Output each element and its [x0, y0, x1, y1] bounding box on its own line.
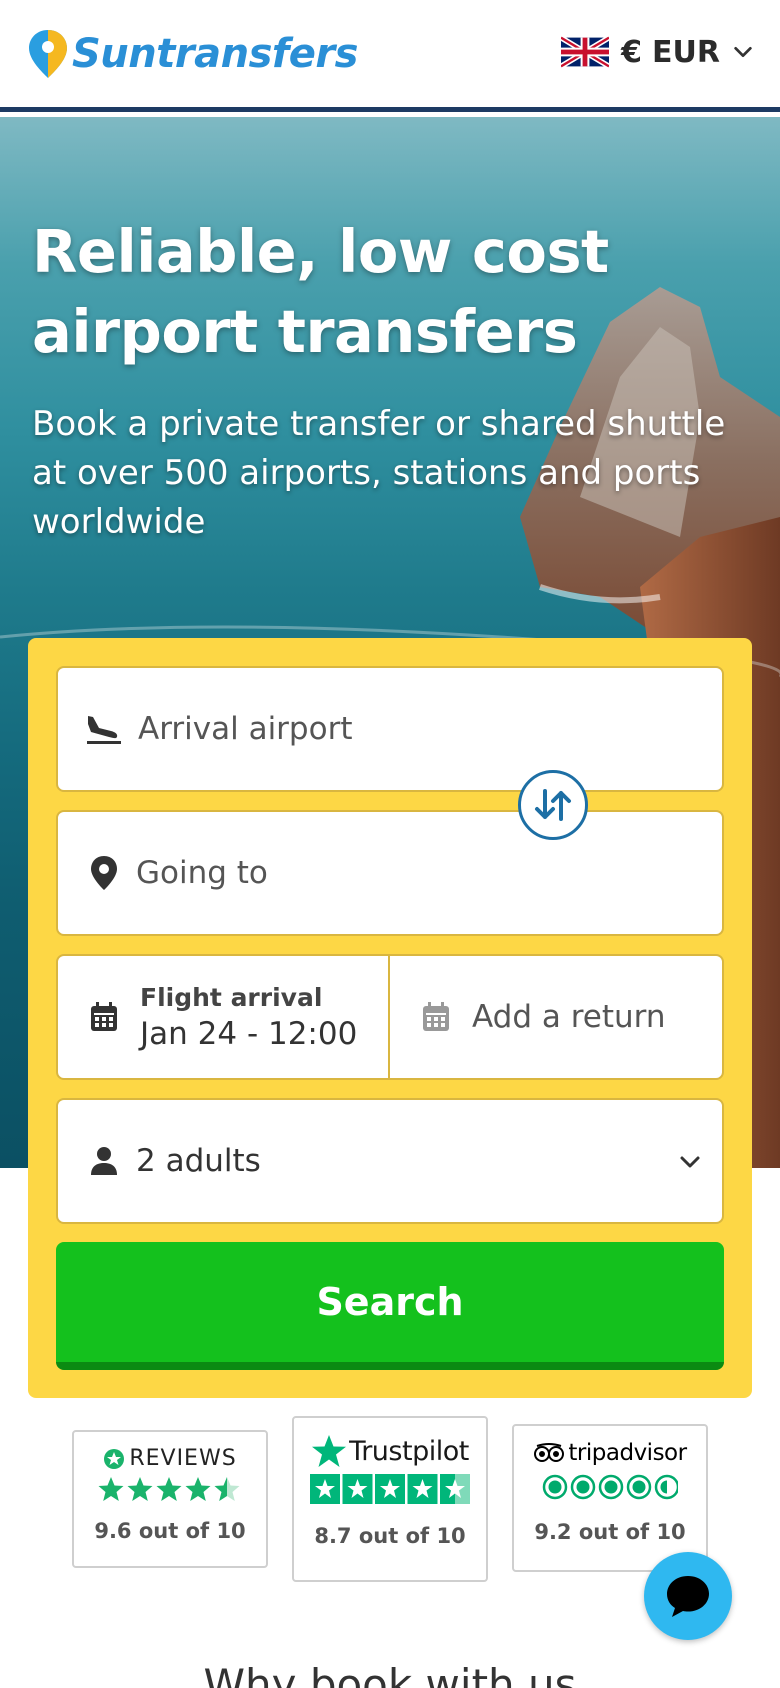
search-button[interactable]: Search	[56, 1242, 724, 1370]
rating-bubbles	[542, 1474, 678, 1500]
trustpilot-badge[interactable]: Trustpilot 8.7 out of 10	[292, 1416, 488, 1582]
trustpilot-score: 8.7 out of 10	[314, 1524, 466, 1548]
going-to-field[interactable]: Going to	[56, 810, 724, 936]
site-header: Suntransfers € EUR	[0, 0, 780, 112]
trustpilot-brand: Trustpilot	[349, 1435, 469, 1467]
chat-button[interactable]	[644, 1552, 732, 1640]
hero-subtitle: Book a private transfer or shared shuttl…	[32, 404, 726, 542]
rating-stars	[98, 1477, 240, 1501]
chevron-down-icon	[680, 1156, 700, 1168]
passengers-select[interactable]: 2 adults	[56, 1098, 724, 1224]
chevron-down-icon	[734, 46, 752, 58]
currency-symbol: €	[621, 34, 643, 70]
reviews-score: 9.6 out of 10	[94, 1519, 246, 1543]
flight-arrival-date-field[interactable]: Flight arrival Jan 24 - 12:00	[56, 954, 390, 1080]
flight-arrival-value: Jan 24 - 12:00	[140, 1015, 358, 1052]
logo[interactable]: Suntransfers	[26, 28, 358, 80]
reviews-star-icon	[104, 1448, 125, 1469]
map-pin-icon	[84, 853, 124, 893]
currency-code: EUR	[652, 34, 720, 70]
why-book-heading: Why book with us	[203, 1660, 577, 1688]
plane-landing-icon	[84, 709, 124, 749]
add-return-field[interactable]: Add a return	[388, 954, 724, 1080]
currency-selector[interactable]: € EUR	[561, 34, 754, 70]
swap-arrows-icon	[535, 789, 571, 821]
passengers-value: 2 adults	[136, 1143, 261, 1179]
uk-flag-icon	[561, 35, 610, 69]
tripadvisor-score: 9.2 out of 10	[534, 1520, 686, 1544]
reviews-brand: REVIEWS	[129, 1446, 237, 1471]
rating-stars	[310, 1474, 470, 1504]
hero-title: Reliable, low cost airport transfers	[32, 217, 609, 366]
logo-text: Suntransfers	[72, 31, 358, 77]
arrival-airport-field[interactable]: Arrival airport	[56, 666, 724, 792]
add-return-label: Add a return	[472, 999, 666, 1035]
arrival-airport-placeholder: Arrival airport	[138, 711, 353, 747]
chat-bubble-icon	[667, 1576, 709, 1617]
booking-form: Arrival airport Going to Flight arrival …	[28, 638, 752, 1398]
reviews-io-badge[interactable]: REVIEWS 9.6 out of 10	[72, 1430, 268, 1568]
location-pin-logo-icon	[29, 30, 67, 78]
person-icon	[84, 1141, 124, 1181]
going-to-placeholder: Going to	[136, 855, 268, 891]
swap-locations-button[interactable]	[518, 770, 588, 840]
calendar-icon	[416, 997, 456, 1037]
flight-arrival-label: Flight arrival	[140, 982, 323, 1012]
tripadvisor-badge[interactable]: tripadvisor 9.2 out of 10	[512, 1424, 708, 1572]
tripadvisor-brand: tripadvisor	[568, 1440, 687, 1466]
trustpilot-star-icon	[312, 1435, 347, 1467]
tripadvisor-owl-icon	[534, 1443, 565, 1462]
calendar-icon	[84, 997, 124, 1037]
